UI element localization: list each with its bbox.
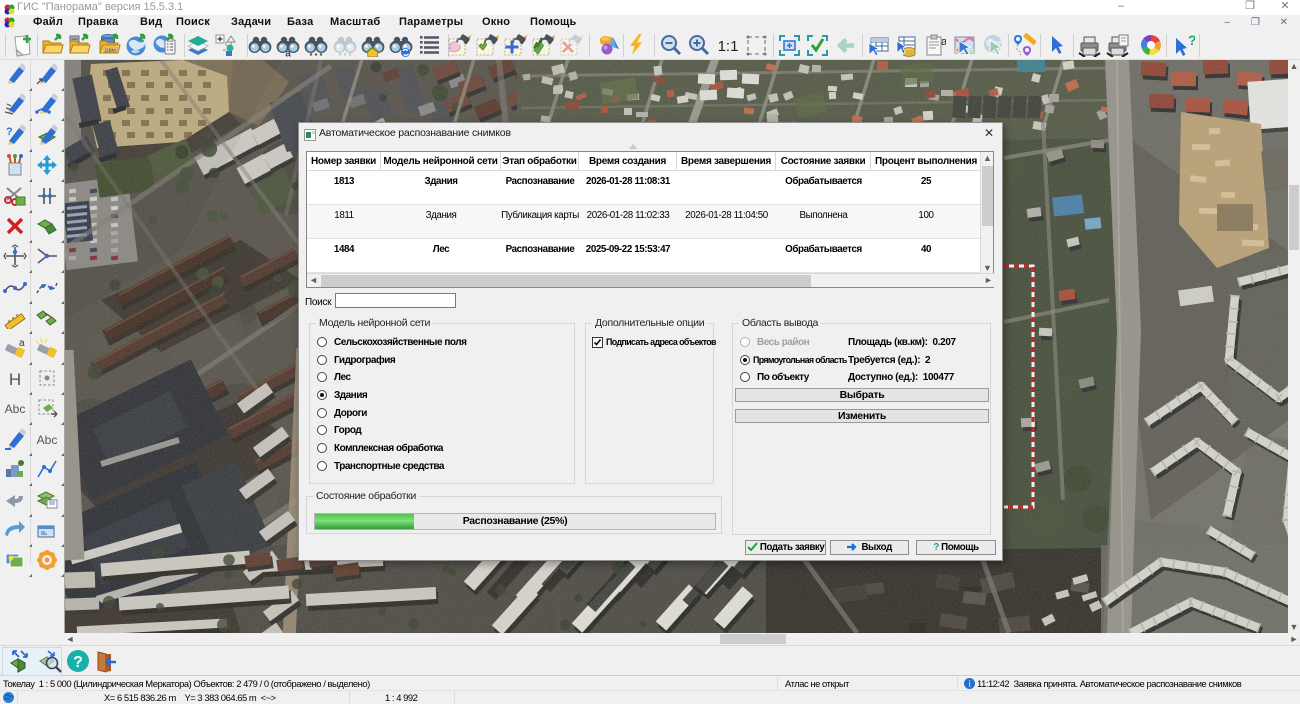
svg-text:?: ? bbox=[73, 654, 83, 671]
svg-text:1:1: 1:1 bbox=[718, 38, 739, 55]
svg-text:a: a bbox=[19, 338, 25, 349]
svg-text:a: a bbox=[941, 36, 946, 48]
svg-text:Abc: Abc bbox=[37, 433, 58, 447]
svg-text:?: ? bbox=[1188, 33, 1195, 48]
svg-text:H: H bbox=[9, 370, 21, 389]
svg-text:DBM: DBM bbox=[105, 47, 116, 52]
svg-text:?: ? bbox=[6, 126, 13, 138]
svg-text:a: a bbox=[285, 49, 291, 58]
svg-text:Abc: Abc bbox=[5, 402, 26, 416]
